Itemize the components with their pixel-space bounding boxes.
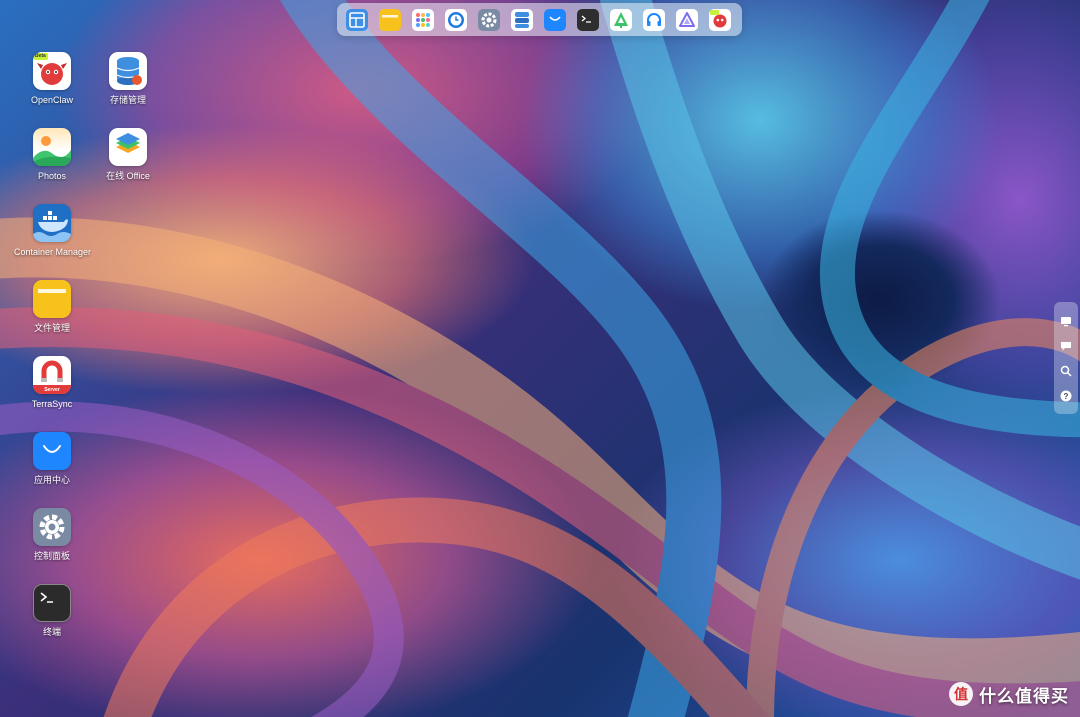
desktop-icon-label: OpenClaw [30, 95, 74, 105]
desktop-icon-container-manager[interactable]: Container Manager [14, 204, 92, 258]
terminal-icon[interactable] [577, 8, 599, 31]
help-icon[interactable]: ? [1059, 389, 1073, 403]
desktop-icon-label: 存储管理 [109, 95, 146, 105]
terminal-icon [33, 584, 71, 622]
chat-icon[interactable] [1059, 339, 1073, 353]
storage-manager-icon [109, 52, 147, 90]
file-manager-icon[interactable] [379, 8, 401, 31]
storage-icon[interactable] [511, 8, 533, 31]
layout-grid-icon[interactable] [346, 8, 368, 31]
desktop-icon-online-office[interactable]: 在线 Office [90, 128, 166, 182]
desktop-icon-terminal[interactable]: 终端 [14, 584, 90, 638]
dock [337, 3, 742, 36]
settings-icon[interactable] [478, 8, 500, 31]
desktop-icon-storage-manager[interactable]: 存储管理 [90, 52, 166, 106]
terrasync-magnet-icon: Server [33, 356, 71, 394]
headset-icon[interactable] [643, 8, 665, 31]
app-center-bag-icon [33, 432, 71, 470]
desktop-icon-label: 控制面板 [33, 551, 70, 561]
monitor-icon[interactable] [1059, 314, 1073, 328]
photos-icon [33, 128, 71, 166]
beta-badge: Beta [35, 53, 46, 59]
docker-whale-icon [33, 204, 71, 242]
tree-icon[interactable] [610, 8, 632, 31]
watermark-text: 什么值得买 [979, 686, 1069, 706]
desktop-icon-label: 终端 [42, 627, 61, 637]
app-grid-icon[interactable] [412, 8, 434, 31]
openclaw-icon: Beta [33, 52, 71, 90]
smzdm-logo-icon: 值 [949, 682, 973, 706]
gear-icon [33, 508, 71, 546]
desktop-icon-label: Photos [37, 171, 67, 181]
desktop-icon-label: TerraSync [31, 399, 73, 409]
side-panel: ? [1054, 302, 1078, 414]
app-center-icon[interactable] [544, 8, 566, 31]
server-badge: Server [44, 387, 60, 393]
folder-icon [33, 280, 71, 318]
smzdm-watermark: 值 什么值得买 [949, 681, 1069, 707]
desktop-icon-label: Container Manager [14, 247, 92, 257]
desktop-icon-label: 在线 Office [106, 171, 150, 181]
svg-text:?: ? [1064, 392, 1069, 401]
desktop-icon-label: 应用中心 [33, 475, 70, 485]
prism-icon[interactable] [676, 8, 698, 31]
openclaw-icon[interactable] [709, 8, 731, 31]
search-icon[interactable] [1059, 364, 1073, 378]
desktop-icon-photos[interactable]: Photos [14, 128, 90, 182]
clock-icon[interactable] [445, 8, 467, 31]
desktop-icon-terrasync[interactable]: Server TerraSync [14, 356, 90, 410]
desktop-icon-label: 文件管理 [33, 323, 70, 333]
desktop-wallpaper [0, 0, 1080, 717]
desktop-icon-control-panel[interactable]: 控制面板 [14, 508, 90, 562]
office-layers-icon [109, 128, 147, 166]
desktop-icon-openclaw[interactable]: Beta OpenClaw [14, 52, 90, 106]
desktop-icon-file-manager[interactable]: 文件管理 [14, 280, 90, 334]
desktop-icon-app-center[interactable]: 应用中心 [14, 432, 90, 486]
